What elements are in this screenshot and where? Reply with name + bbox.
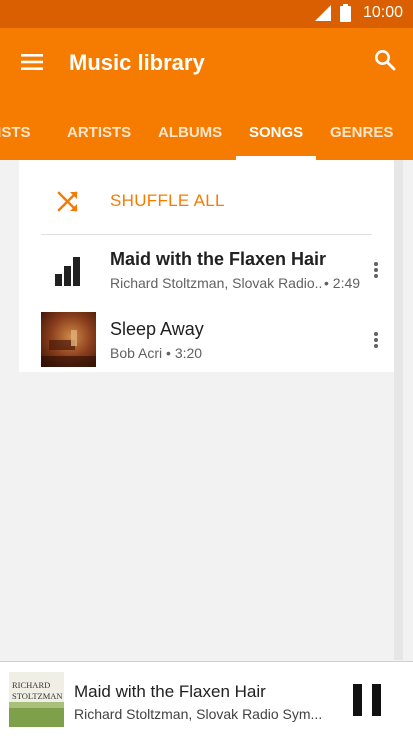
- status-time: 10:00: [362, 4, 403, 21]
- tab-artists[interactable]: ARTISTS: [67, 98, 131, 160]
- song-title: Sleep Away: [110, 319, 204, 339]
- battery-icon: [339, 4, 351, 22]
- tab-bar: LISTS ARTISTS ALBUMS SONGS GENRES: [0, 98, 413, 160]
- song-title: Maid with the Flaxen Hair: [110, 249, 327, 269]
- tab-songs[interactable]: SONGS: [249, 98, 303, 160]
- menu-icon[interactable]: [20, 50, 44, 74]
- more-vert-icon[interactable]: [369, 330, 383, 350]
- tab-genres[interactable]: GENRES: [330, 98, 393, 160]
- divider: [41, 234, 372, 235]
- now-playing-title: Maid with the Flaxen Hair: [74, 682, 266, 701]
- album-art-text-2: STOLTZMAN: [12, 691, 63, 701]
- scrollbar[interactable]: [394, 160, 403, 660]
- song-duration: • 2:49: [324, 275, 361, 291]
- tab-playlists[interactable]: LISTS: [0, 98, 31, 160]
- page-title: Music library: [69, 50, 205, 75]
- album-art: [41, 312, 96, 367]
- status-icons: 10:00: [314, 4, 403, 22]
- song-list: SHUFFLE ALL Maid with the Flaxen Hair Ri…: [19, 160, 394, 372]
- signal-icon: [314, 5, 331, 21]
- album-art: RICHARD STOLTZMAN: [9, 672, 64, 727]
- shuffle-all-label: SHUFFLE ALL: [110, 191, 225, 210]
- tab-albums[interactable]: ALBUMS: [158, 98, 222, 160]
- now-playing-artist: Richard Stoltzman, Slovak Radio Sym...: [74, 706, 323, 722]
- pause-icon[interactable]: [348, 682, 386, 718]
- search-icon[interactable]: [373, 48, 397, 72]
- song-artist: Richard Stoltzman, Slovak Radio..: [110, 275, 323, 291]
- song-artist: Bob Acri • 3:20: [110, 345, 203, 361]
- shuffle-all-button[interactable]: SHUFFLE ALL: [19, 160, 394, 234]
- status-bar: 10:00: [0, 0, 413, 28]
- song-row[interactable]: Maid with the Flaxen Hair Richard Stoltz…: [19, 238, 394, 306]
- app-bar: Music library: [0, 28, 413, 98]
- more-vert-icon[interactable]: [369, 260, 383, 280]
- shuffle-icon: [57, 191, 78, 212]
- album-art-text-1: RICHARD: [12, 680, 50, 690]
- song-row[interactable]: Sleep Away Bob Acri • 3:20: [19, 308, 394, 376]
- equalizer-icon: [55, 257, 80, 286]
- now-playing-bar[interactable]: RICHARD STOLTZMAN Maid with the Flaxen H…: [0, 661, 413, 736]
